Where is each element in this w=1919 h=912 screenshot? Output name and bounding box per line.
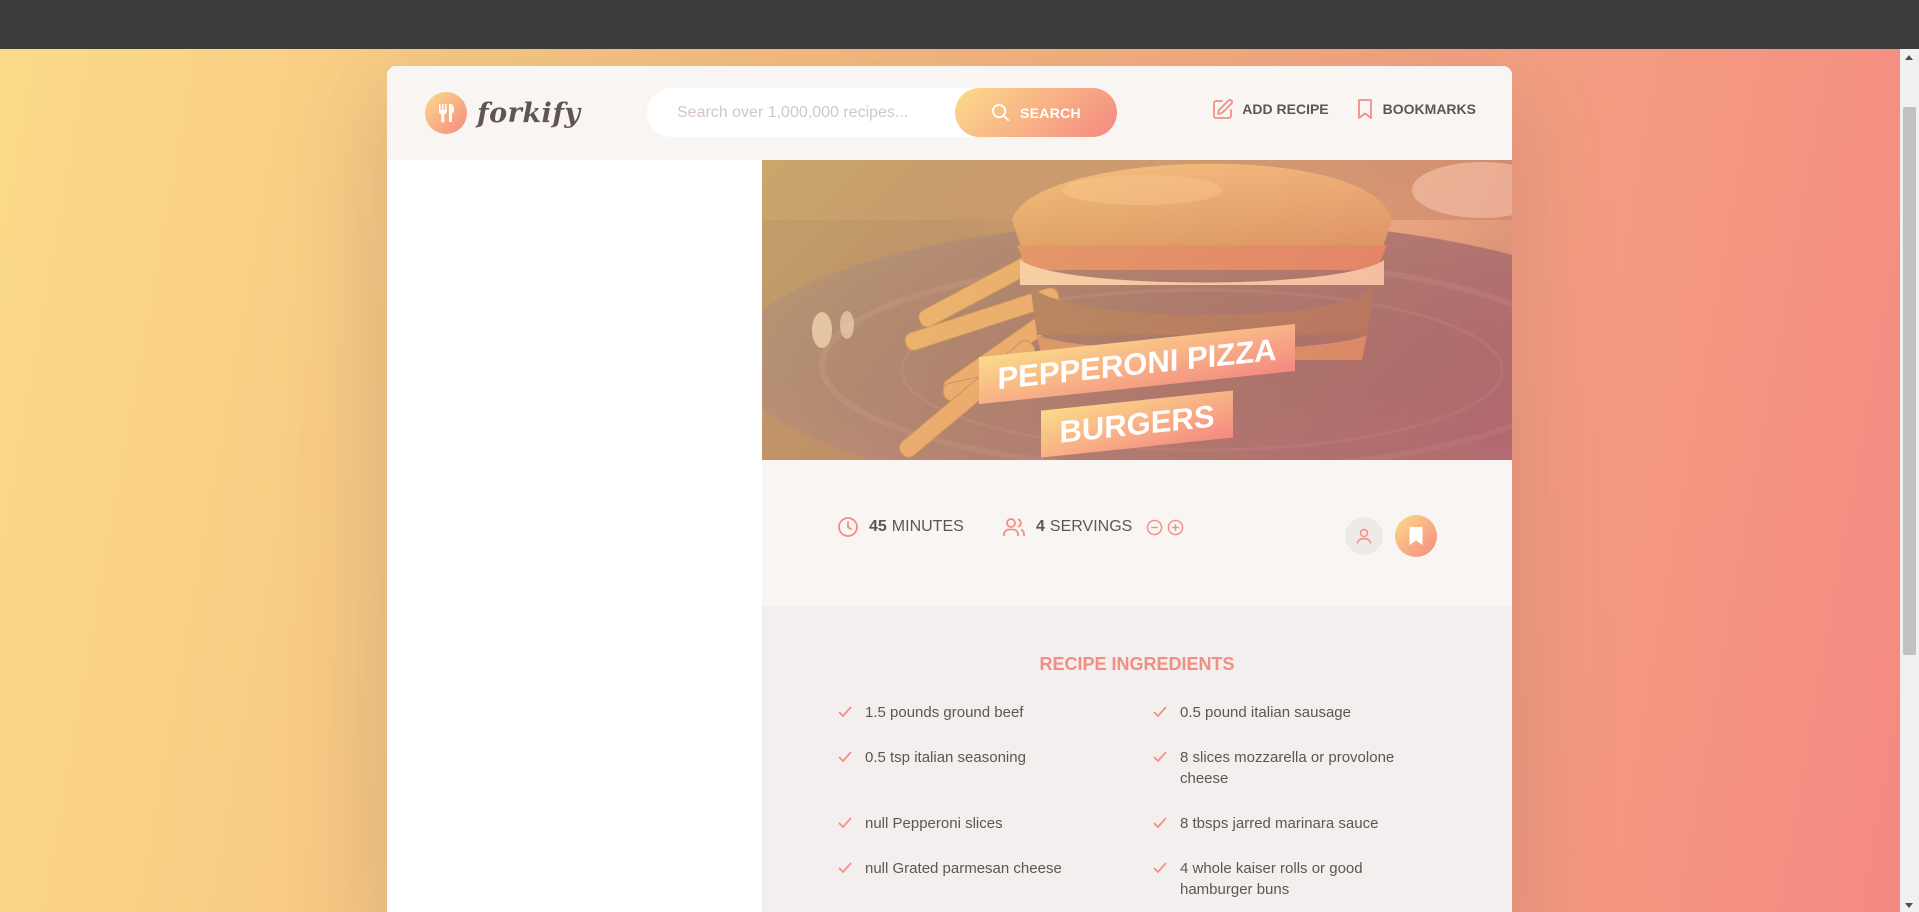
main-nav: ADD RECIPE BOOKMARKS bbox=[1186, 98, 1476, 120]
search-form: SEARCH bbox=[647, 88, 1117, 137]
search-input[interactable] bbox=[675, 102, 959, 123]
add-recipe-label: ADD RECIPE bbox=[1242, 101, 1329, 117]
ingredient-text: 8 tbsps jarred marinara sauce bbox=[1180, 815, 1379, 832]
logo[interactable]: forkify bbox=[425, 92, 581, 134]
check-icon bbox=[1153, 862, 1167, 874]
check-icon bbox=[838, 751, 852, 763]
ingredients-section: RECIPE INGREDIENTS 1.5 pounds ground bee… bbox=[762, 606, 1512, 912]
cooking-time-unit: MINUTES bbox=[891, 518, 964, 535]
page-scrollbar[interactable] bbox=[1900, 49, 1919, 912]
scrollbar-thumb[interactable] bbox=[1903, 107, 1916, 655]
edit-icon bbox=[1213, 99, 1234, 119]
check-icon bbox=[1153, 706, 1167, 718]
servings-unit: SERVINGS bbox=[1049, 518, 1133, 535]
search-button-label: SEARCH bbox=[1020, 104, 1081, 121]
browser-top-bar bbox=[0, 0, 1919, 49]
ingredient-item: 0.5 pound italian sausage bbox=[1152, 702, 1432, 723]
minus-circle-icon[interactable] bbox=[1146, 519, 1163, 536]
servings-value: 4 bbox=[1036, 518, 1045, 535]
check-icon bbox=[838, 862, 852, 874]
recipe-panel: PEPPERONI PIZZA BURGERS 45 MINUTES 4 SER… bbox=[762, 160, 1512, 912]
scroll-up-arrow[interactable] bbox=[1905, 55, 1913, 60]
ingredient-text: 0.5 tsp italian seasoning bbox=[865, 749, 1026, 766]
ingredient-item: 8 slices mozzarella or provolone cheese bbox=[1152, 747, 1412, 789]
ingredient-item: null Grated parmesan cheese bbox=[837, 858, 1117, 879]
recipe-figure: PEPPERONI PIZZA BURGERS bbox=[762, 160, 1512, 460]
cooking-time-value: 45 bbox=[869, 518, 887, 535]
scroll-down-arrow[interactable] bbox=[1905, 903, 1913, 908]
bookmarks-label: BOOKMARKS bbox=[1382, 101, 1476, 117]
search-icon bbox=[991, 103, 1010, 122]
add-recipe-button[interactable]: ADD RECIPE bbox=[1212, 98, 1329, 120]
check-icon bbox=[838, 706, 852, 718]
check-icon bbox=[1153, 751, 1167, 763]
ingredient-text: null Pepperoni slices bbox=[865, 815, 1003, 832]
ingredient-text: 0.5 pound italian sausage bbox=[1180, 704, 1351, 721]
bookmark-recipe-button[interactable] bbox=[1395, 515, 1437, 557]
ingredient-item: null Pepperoni slices bbox=[837, 813, 1117, 834]
recipe-details: 45 MINUTES 4 SERVINGS bbox=[762, 460, 1512, 606]
bookmark-fill-icon bbox=[1409, 527, 1423, 545]
ingredient-text: 1.5 pounds ground beef bbox=[865, 704, 1024, 721]
ingredient-item: 4 whole kaiser rolls or good hamburger b… bbox=[1152, 858, 1392, 900]
bookmark-icon bbox=[1357, 99, 1372, 119]
ingredient-item: 8 tbsps jarred marinara sauce bbox=[1152, 813, 1432, 834]
clock-icon bbox=[838, 517, 858, 537]
servings-controls bbox=[1146, 519, 1188, 536]
app-header: forkify SEARCH ADD RECIPE bbox=[387, 66, 1512, 160]
ingredient-text: 4 whole kaiser rolls or good hamburger b… bbox=[1180, 860, 1363, 898]
check-icon bbox=[838, 817, 852, 829]
search-button[interactable]: SEARCH bbox=[955, 88, 1117, 137]
fork-spoon-icon bbox=[425, 92, 467, 134]
app-container: forkify SEARCH ADD RECIPE bbox=[387, 66, 1512, 912]
user-icon bbox=[1356, 528, 1372, 544]
ingredient-text: 8 slices mozzarella or provolone cheese bbox=[1180, 749, 1395, 787]
ingredient-item: 1.5 pounds ground beef bbox=[837, 702, 1117, 723]
logo-text: forkify bbox=[477, 97, 581, 129]
check-icon bbox=[1153, 817, 1167, 829]
cooking-time-info: 45 MINUTES bbox=[837, 516, 964, 538]
ingredient-item: 0.5 tsp italian seasoning bbox=[837, 747, 1117, 768]
bookmarks-button[interactable]: BOOKMARKS bbox=[1355, 98, 1476, 120]
user-generated-badge bbox=[1345, 517, 1383, 555]
servings-info: 4 SERVINGS bbox=[1002, 516, 1188, 538]
users-icon bbox=[1003, 518, 1025, 536]
ingredients-heading: RECIPE INGREDIENTS bbox=[1039, 654, 1235, 674]
search-results-panel bbox=[387, 160, 762, 912]
ingredient-text: null Grated parmesan cheese bbox=[865, 860, 1062, 877]
recipe-title-line2: BURGERS bbox=[1041, 390, 1233, 459]
plus-circle-icon[interactable] bbox=[1167, 519, 1184, 536]
